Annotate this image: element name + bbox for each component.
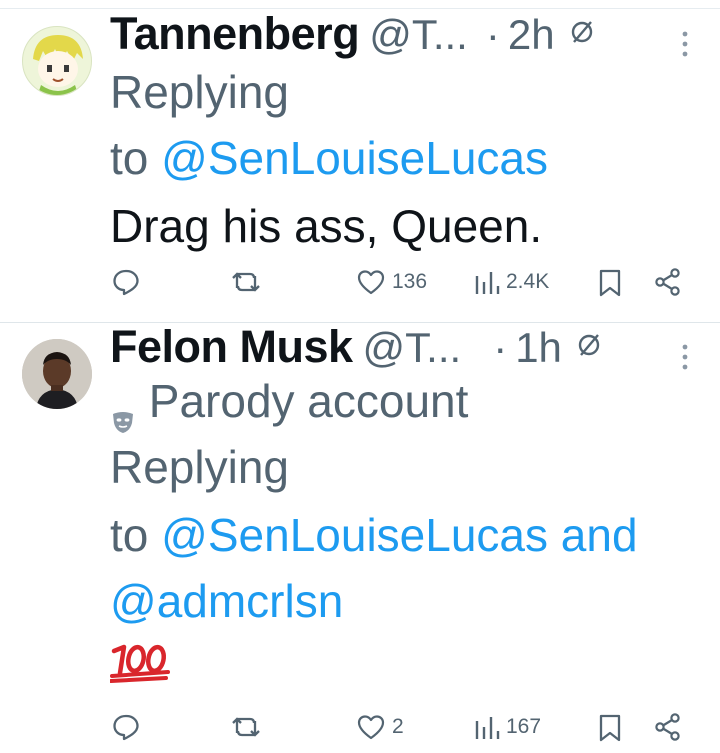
- like-count: 2: [392, 715, 404, 738]
- history-icon: [576, 332, 602, 358]
- hundred-points-emoji: 💯: [109, 643, 172, 688]
- tweet-header: Felon Musk @T... · 1h: [110, 321, 602, 377]
- avatar[interactable]: [22, 26, 92, 96]
- retweet-button[interactable]: [230, 713, 262, 741]
- tweet-actions: 2 167: [0, 713, 720, 753]
- replying-to-line: to @SenLouiseLucas and: [110, 505, 638, 565]
- bookmark-icon: [599, 269, 621, 297]
- to-word: to: [110, 509, 149, 561]
- reply-button[interactable]: [112, 713, 140, 741]
- reply-button[interactable]: [112, 268, 140, 296]
- display-name[interactable]: Felon Musk: [110, 321, 353, 373]
- mention-link[interactable]: @SenLouiseLucas: [161, 509, 548, 561]
- more-icon[interactable]: [680, 343, 690, 373]
- tweet-header: Tannenberg @T... · 2h: [110, 8, 595, 64]
- tweet-1[interactable]: Tannenberg @T... · 2h Replying to @SenLo…: [0, 0, 720, 322]
- parody-label-line: Parody account: [110, 371, 469, 433]
- timestamp[interactable]: 1h: [515, 324, 562, 372]
- tweet-text: Drag his ass, Queen.: [110, 200, 543, 252]
- share-icon: [655, 713, 680, 741]
- like-button[interactable]: 136: [356, 268, 427, 296]
- views-button[interactable]: 167: [474, 713, 541, 741]
- and-word: and: [560, 509, 638, 561]
- like-button[interactable]: 2: [356, 713, 404, 741]
- replying-to-line: to @SenLouiseLucas: [110, 128, 548, 188]
- timestamp[interactable]: 2h: [508, 11, 555, 59]
- parody-label: Parody account: [148, 375, 469, 427]
- to-word: to: [110, 132, 149, 184]
- retweet-icon: [232, 272, 260, 292]
- reply-icon: [113, 714, 139, 741]
- retweet-icon: [232, 717, 260, 737]
- bookmark-button[interactable]: [598, 268, 622, 298]
- bookmark-button[interactable]: [598, 713, 622, 743]
- parody-mask-icon: [110, 389, 136, 433]
- bookmark-icon: [599, 714, 621, 742]
- like-icon: [357, 715, 385, 740]
- views-icon: [475, 272, 500, 294]
- separator-dot: ·: [485, 11, 500, 58]
- replying-label: Replying: [110, 441, 289, 493]
- mention-link[interactable]: @SenLouiseLucas: [161, 132, 548, 184]
- view-count: 2.4K: [506, 270, 550, 293]
- user-handle[interactable]: @T...: [369, 11, 468, 59]
- retweet-button[interactable]: [230, 268, 262, 296]
- views-icon: [475, 717, 500, 739]
- views-button[interactable]: 2.4K: [474, 268, 549, 296]
- tweet-text: 💯: [110, 643, 111, 644]
- like-icon: [357, 270, 385, 295]
- reply-icon: [113, 269, 139, 296]
- tweet-2[interactable]: Felon Musk @T... · 1h Parody account Rep…: [0, 321, 720, 742]
- share-button[interactable]: [654, 713, 682, 741]
- mention-link[interactable]: @admcrlsn: [110, 571, 343, 631]
- view-count: 167: [506, 715, 542, 738]
- replying-label: Replying: [110, 66, 289, 118]
- history-icon: [569, 19, 595, 45]
- display-name[interactable]: Tannenberg: [110, 8, 360, 60]
- more-icon[interactable]: [680, 30, 690, 60]
- user-handle[interactable]: @T...: [363, 324, 462, 372]
- separator-dot: ·: [493, 324, 508, 371]
- share-button[interactable]: [654, 268, 682, 296]
- like-count: 136: [392, 270, 428, 293]
- tweet-actions: 136 2.4K: [0, 268, 720, 308]
- share-icon: [655, 268, 680, 296]
- avatar[interactable]: [22, 339, 92, 409]
